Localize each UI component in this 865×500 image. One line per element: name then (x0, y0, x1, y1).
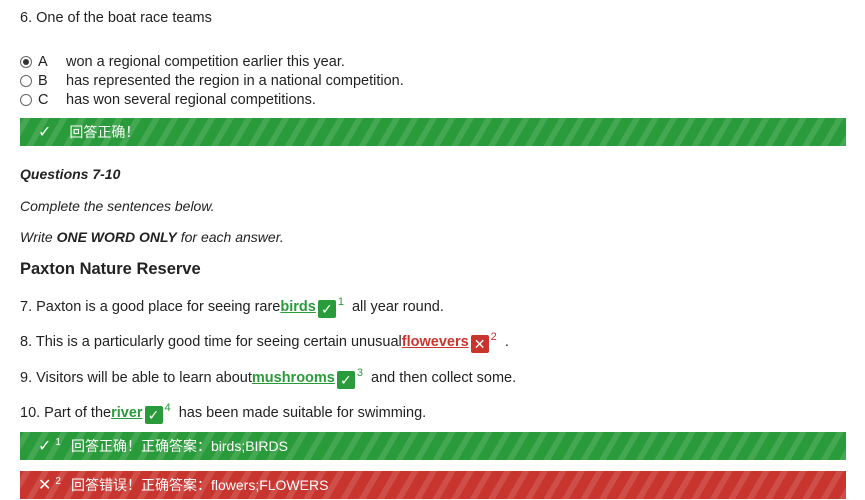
sentence-9: 9. Visitors will be able to learn about m… (20, 366, 517, 389)
answer-number: 1 (337, 295, 344, 308)
option-letter: A (38, 53, 48, 70)
result-number: 1 (55, 436, 61, 448)
sentence-pre: 8. This is a particularly good time for … (20, 333, 402, 350)
feedback-text: 回答正确！ (69, 124, 140, 140)
option-b[interactable]: B has represented the region in a nation… (20, 71, 404, 90)
result-bar-2: ✕ 2 回答错误！ 正确答案： flowers;FLOWERS (20, 471, 846, 499)
sentence-pre: 9. Visitors will be able to learn about (20, 369, 252, 386)
option-letter: B (38, 72, 48, 89)
check-icon: ✓ (38, 124, 52, 141)
instruction-2: Write ONE WORD ONLY for each answer. (20, 229, 284, 245)
sentence-post: and then collect some. (363, 369, 517, 386)
sentence-7: 7. Paxton is a good place for seeing rar… (20, 295, 444, 318)
option-text: won a regional competition earlier this … (66, 53, 345, 70)
answer-number: 3 (356, 366, 363, 379)
option-text: has won several regional competitions. (66, 91, 316, 108)
sentence-pre: 7. Paxton is a good place for seeing rar… (20, 298, 281, 315)
instruction-2-bold: ONE WORD ONLY (56, 229, 177, 245)
instruction-2-pre: Write (20, 229, 57, 245)
check-icon: ✓ (38, 438, 52, 455)
sentence-post: . (496, 333, 509, 350)
sentence-10: 10. Part of the river ✓ 4 has been made sui… (20, 401, 427, 424)
option-c[interactable]: C has won several regional competitions. (20, 90, 316, 109)
instruction-1: Complete the sentences below. (20, 198, 215, 214)
feedback-bar-correct: ✓ 回答正确！ (20, 118, 846, 146)
answer-input-8[interactable]: flowevers (402, 334, 469, 350)
answer-number: 4 (164, 401, 171, 414)
result-status: 回答错误！ (70, 477, 141, 493)
page-title: Paxton Nature Reserve (20, 260, 201, 278)
result-bar-1: ✓ 1 回答正确！ 正确答案： birds;BIRDS (20, 432, 846, 460)
sentence-8: 8. This is a particularly good time for … (20, 330, 509, 353)
result-answer-label: 正确答案： (140, 477, 211, 493)
question-6-text: 6. One of the boat race teams (20, 10, 212, 26)
option-letter: C (38, 91, 49, 108)
check-icon: ✓ (317, 300, 336, 318)
instruction-2-post: for each answer. (176, 229, 284, 245)
result-status: 回答正确！ (70, 438, 141, 454)
answer-input-7[interactable]: birds (280, 299, 315, 315)
sentence-pre: 10. Part of the (20, 404, 112, 421)
answer-input-10[interactable]: river (111, 405, 142, 421)
check-icon: ✓ (336, 371, 355, 389)
radio-option-b[interactable] (20, 74, 32, 87)
sentence-post: all year round. (343, 298, 444, 315)
section-heading: Questions 7-10 (20, 166, 121, 182)
radio-selected-dot (23, 58, 29, 65)
result-answer-label: 正确答案： (140, 438, 211, 454)
option-text: has represented the region in a national… (66, 72, 404, 89)
sentence-post: has been made suitable for swimming. (170, 404, 427, 421)
result-answer: birds;BIRDS (210, 438, 288, 454)
answer-number: 2 (490, 330, 497, 343)
radio-option-a[interactable] (20, 55, 32, 68)
check-icon: ✓ (144, 406, 163, 424)
result-number: 2 (55, 475, 61, 487)
cross-icon: ✕ (38, 477, 52, 494)
cross-icon: ✕ (470, 335, 489, 353)
answer-input-9[interactable]: mushrooms (252, 370, 335, 386)
option-a[interactable]: A won a regional competition earlier thi… (20, 52, 345, 71)
result-answer: flowers;FLOWERS (210, 477, 329, 493)
radio-option-c[interactable] (20, 93, 32, 106)
